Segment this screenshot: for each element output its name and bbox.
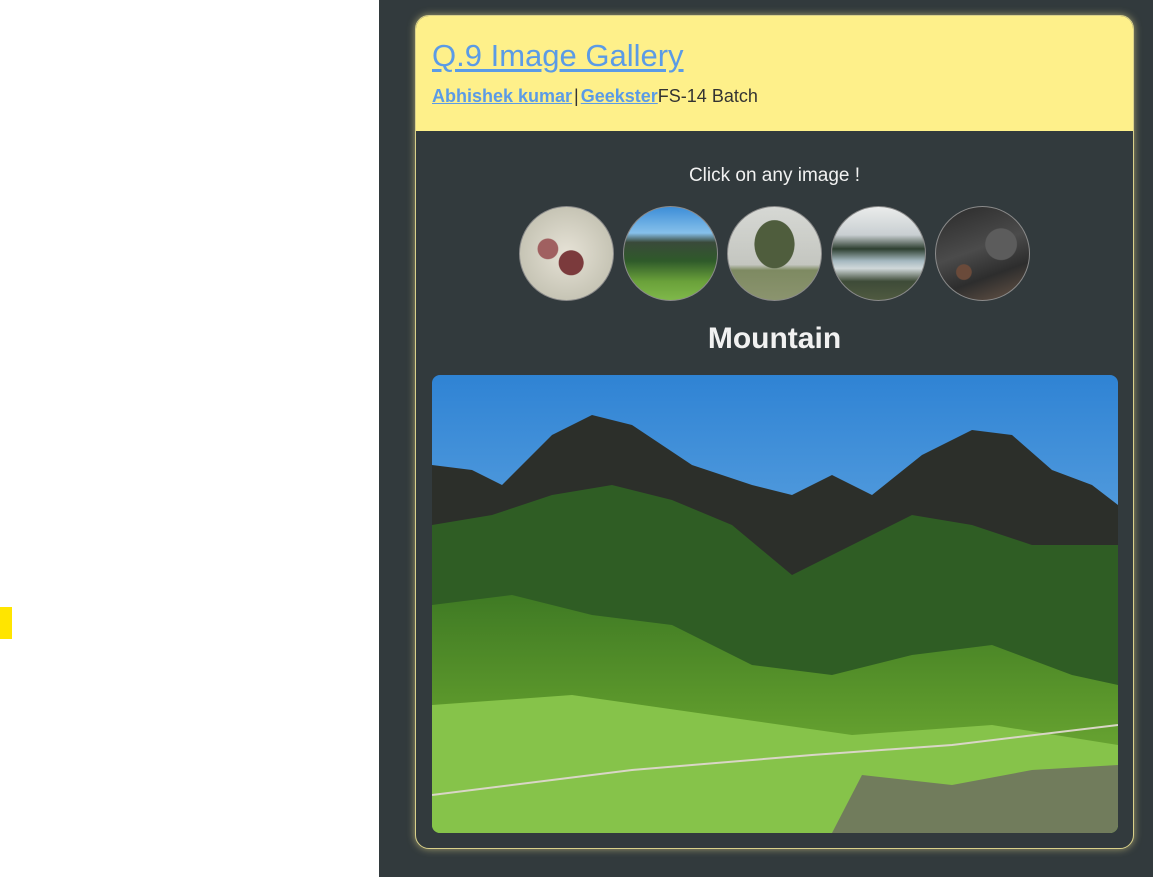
yellow-marker: [0, 607, 12, 639]
byline-separator: |: [574, 86, 579, 106]
card-header: Q.9 Image Gallery Abhishek kumar | Geekste…: [416, 16, 1133, 131]
thumbnail-lake[interactable]: [831, 206, 926, 301]
org-link[interactable]: Geekster: [581, 86, 658, 106]
thumbnail-tree[interactable]: [727, 206, 822, 301]
page-title-link[interactable]: Q.9 Image Gallery: [432, 38, 684, 74]
gallery-prompt: Click on any image !: [688, 165, 861, 186]
thumbnail-mountain[interactable]: [623, 206, 718, 301]
thumbnail-strip: [416, 206, 1133, 301]
selected-image-caption: Mountain: [707, 322, 842, 355]
author-link[interactable]: Abhishek kumar: [432, 86, 572, 106]
gallery-card: Q.9 Image Gallery Abhishek kumar | Geekste…: [415, 15, 1134, 849]
mountain-landscape-image: [432, 375, 1118, 833]
byline: Abhishek kumar | GeeksterFS-14 Batch: [432, 86, 1117, 107]
blank-left-pane: [0, 0, 379, 877]
batch-label: FS-14 Batch: [657, 86, 758, 106]
thumbnail-coal[interactable]: [935, 206, 1030, 301]
thumbnail-plum[interactable]: [519, 206, 614, 301]
selected-image: [432, 375, 1118, 833]
